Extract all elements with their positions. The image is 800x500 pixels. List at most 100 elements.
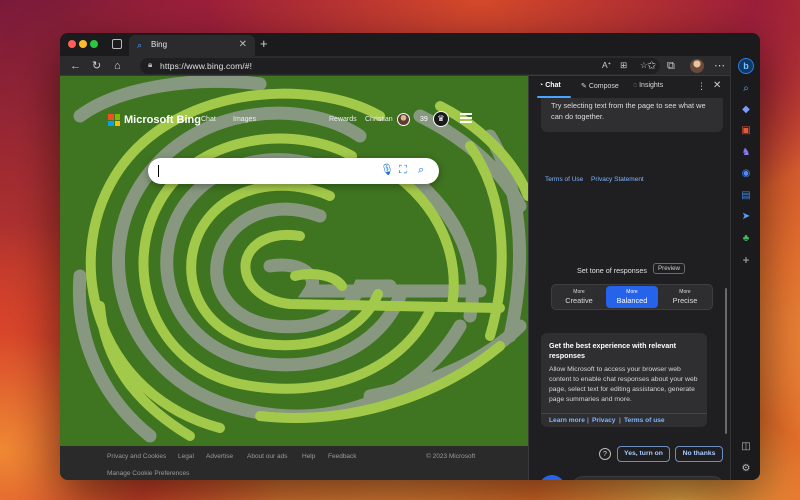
microsoft-logo-icon	[108, 114, 120, 126]
notice-links: Learn more | Privacy | Terms of use	[541, 413, 707, 427]
close-window-button[interactable]	[68, 40, 76, 48]
sidebar-search-icon[interactable]: ⌕	[731, 83, 760, 95]
notice-terms-link[interactable]: Terms of use	[624, 417, 665, 424]
sidebar-drop-icon[interactable]: ➤	[731, 211, 760, 223]
account-avatar[interactable]	[397, 113, 410, 126]
bing-favicon-icon: ⌕	[137, 40, 143, 50]
notice-privacy-link[interactable]: Privacy	[592, 417, 615, 424]
search-icon[interactable]: ⌕	[418, 163, 424, 177]
sidebar-hide-icon[interactable]: ◫	[731, 441, 760, 453]
footer-privacy-link[interactable]: Privacy and Cookies	[107, 453, 166, 460]
tab-title: Bing	[151, 40, 168, 49]
brand-text: Microsoft Bing	[124, 114, 201, 126]
collections-icon[interactable]: ⧉	[667, 59, 675, 73]
ask-input-container[interactable]	[571, 476, 725, 480]
pane-more-options-icon[interactable]: ⋮	[697, 81, 706, 92]
back-arrow-icon[interactable]: ←	[70, 59, 81, 73]
tab-actions-icon[interactable]	[112, 39, 122, 49]
new-tab-plus-icon[interactable]: +	[260, 36, 268, 51]
read-aloud-icon[interactable]: Aᐩ	[602, 60, 611, 71]
footer-manage-cookies-link[interactable]: Manage Cookie Preferences	[107, 470, 189, 477]
sidebar-microsoft365-icon[interactable]: ◉	[731, 168, 760, 180]
search-input[interactable]	[158, 162, 368, 180]
new-topic-broom-icon[interactable]: ✧	[539, 475, 565, 480]
link-separator: |	[619, 417, 621, 424]
permission-notice-card: Get the best experience with relevant re…	[541, 333, 707, 427]
home-icon[interactable]: ⌂	[114, 59, 121, 73]
profile-avatar[interactable]	[690, 59, 704, 73]
tone-creative-button[interactable]: More Creative	[553, 286, 605, 308]
nav-chat-link[interactable]: Chat	[201, 116, 216, 123]
sidebar-shopping-icon[interactable]: ◆	[731, 104, 760, 116]
visual-search-icon[interactable]: ⛶	[399, 163, 407, 177]
browser-toolbar: ← ↻ ⌂ 🔒︎ https://www.bing.com/#! Aᐩ ⊞ ☆ …	[60, 56, 760, 76]
favorites-icon[interactable]: ✩	[647, 59, 656, 73]
sidebar-add-icon[interactable]: +	[731, 254, 760, 266]
tab-bing[interactable]: ⌕ Bing ✕	[129, 35, 255, 56]
help-question-icon[interactable]: ?	[599, 448, 611, 460]
hamburger-menu-icon[interactable]	[460, 113, 472, 125]
tone-creative-small: More	[573, 289, 585, 295]
tone-precise-label: Precise	[672, 296, 698, 305]
refresh-icon[interactable]: ↻	[92, 59, 101, 73]
footer-about-ads-link[interactable]: About our ads	[247, 453, 287, 460]
tone-precise-button[interactable]: More Precise	[659, 286, 711, 308]
browser-window: ⌕ Bing ✕ + ← ↻ ⌂ 🔒︎ https://www.bing.com…	[60, 33, 760, 480]
footer-help-link[interactable]: Help	[302, 453, 315, 460]
account-name-link[interactable]: Christian	[365, 116, 393, 123]
copilot-bing-icon[interactable]: b	[738, 58, 754, 74]
rewards-link[interactable]: Rewards	[329, 116, 357, 123]
terms-of-use-link[interactable]: Terms of Use	[545, 176, 583, 183]
notice-body: Allow Microsoft to access your browser w…	[549, 366, 698, 403]
maze-image	[60, 76, 528, 446]
sidebar-tree-icon[interactable]: ♣	[731, 233, 760, 245]
tab-insights-label: Insights	[639, 82, 664, 89]
footer-copyright: © 2023 Microsoft	[426, 453, 476, 460]
tab-insights[interactable]: ◌ Insights	[633, 82, 663, 89]
learn-more-link[interactable]: Learn more	[549, 417, 585, 424]
search-box[interactable]: 🎙︎ ⛶ ⌕	[148, 158, 439, 184]
tab-compose[interactable]: ✎ Compose	[581, 82, 619, 90]
close-tab-icon[interactable]: ✕	[239, 39, 247, 50]
yes-turn-on-button[interactable]: Yes, turn on	[617, 446, 670, 462]
copilot-tabs: ◔ Chat ✎ Compose ◌ Insights ⋮ ✕	[529, 76, 731, 98]
tab-chat-label: Chat	[545, 82, 561, 89]
text-cursor	[158, 165, 159, 177]
sidebar-tools-icon[interactable]: ▣	[731, 125, 760, 137]
sidebar-outlook-icon[interactable]: ▤	[731, 190, 760, 202]
minimize-window-button[interactable]	[79, 40, 87, 48]
hero-maze-image: Microsoft Bing Chat Images Rewards Chris…	[60, 76, 528, 446]
no-thanks-button[interactable]: No thanks	[675, 446, 723, 462]
pane-scrollbar[interactable]	[725, 288, 727, 434]
selection-hint-text: Try selecting text from the page to see …	[551, 101, 706, 121]
preview-badge: Preview	[653, 263, 686, 274]
tone-balanced-button[interactable]: More Balanced	[606, 286, 658, 308]
zoom-window-button[interactable]	[90, 40, 98, 48]
url-text: https://www.bing.com/#!	[160, 61, 253, 71]
rewards-count: 39	[420, 116, 428, 123]
rewards-trophy-icon[interactable]: ♛	[433, 111, 449, 127]
pane-close-icon[interactable]: ✕	[713, 80, 721, 91]
address-bar[interactable]: 🔒︎ https://www.bing.com/#! Aᐩ ⊞ ☆	[140, 58, 660, 74]
tone-balanced-label: Balanced	[616, 296, 648, 305]
microphone-icon[interactable]: 🎙︎	[380, 163, 394, 177]
privacy-statement-link[interactable]: Privacy Statement	[591, 176, 644, 183]
edge-sidebar: b ⌕ ◆ ▣ ♞ ◉ ▤ ➤ ♣ + ◫ ⚙	[730, 56, 760, 480]
selection-hint-card: Try selecting text from the page to see …	[541, 98, 723, 132]
footer-advertise-link[interactable]: Advertise	[206, 453, 233, 460]
web-page: Microsoft Bing Chat Images Rewards Chris…	[60, 76, 528, 480]
app-available-icon[interactable]: ⊞	[620, 60, 627, 71]
copilot-pane: ◔ Chat ✎ Compose ◌ Insights ⋮ ✕ Try sele…	[528, 76, 730, 480]
tab-chat[interactable]: ◔ Chat	[539, 82, 561, 89]
sidebar-settings-gear-icon[interactable]: ⚙	[731, 463, 760, 475]
nav-images-link[interactable]: Images	[233, 116, 256, 123]
footer-feedback-link[interactable]: Feedback	[328, 453, 357, 460]
more-menu-icon[interactable]: ⋯	[714, 59, 725, 73]
footer-legal-link[interactable]: Legal	[178, 453, 194, 460]
page-footer: Privacy and Cookies Legal Advertise Abou…	[60, 446, 528, 480]
sidebar-games-icon[interactable]: ♞	[731, 147, 760, 159]
link-separator: |	[587, 417, 589, 424]
tone-creative-label: Creative	[565, 296, 593, 305]
notice-title: Get the best experience with relevant re…	[549, 341, 677, 360]
tone-label: Set tone of responses	[577, 266, 647, 275]
